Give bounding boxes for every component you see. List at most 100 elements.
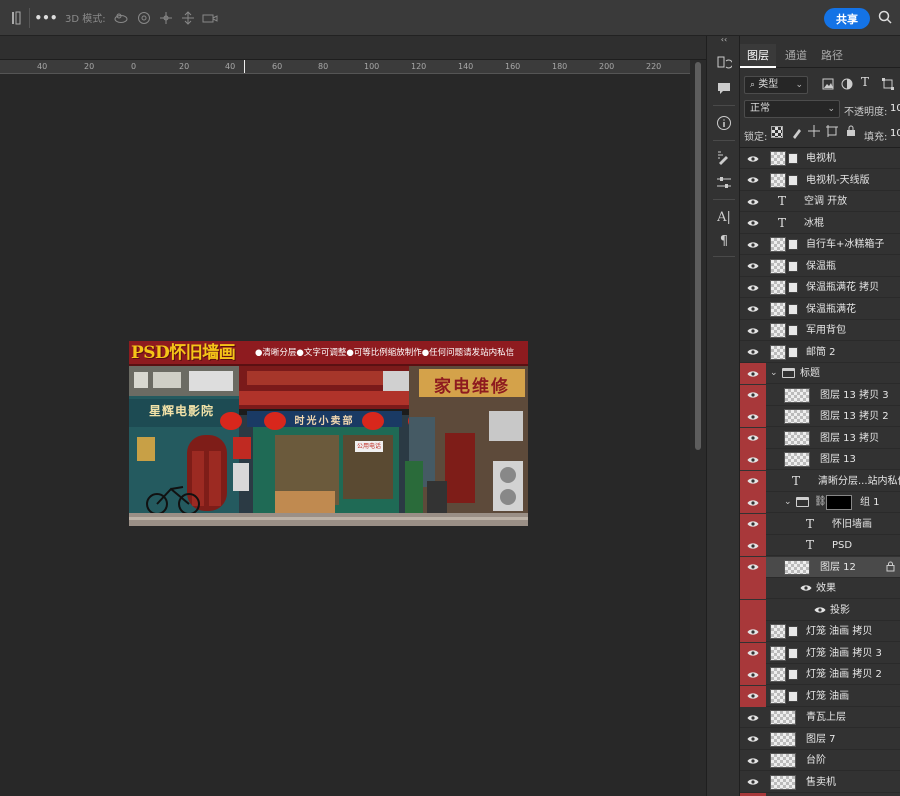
layer-row[interactable]: 保温瓶满花 [740, 298, 900, 320]
brush-settings-icon[interactable] [707, 147, 741, 169]
layer-thumbnail[interactable] [770, 774, 796, 790]
eye-icon[interactable] [740, 234, 766, 255]
layer-row[interactable]: 灯笼 油画 [740, 685, 900, 707]
layer-row[interactable]: 电视机-天线版 [740, 169, 900, 191]
effect-visibility-icon[interactable] [814, 604, 826, 617]
layer-thumbnail[interactable] [784, 430, 810, 446]
layer-filter-dropdown[interactable]: ⌕ 类型 ⌄ [744, 76, 808, 94]
layer-thumbnail[interactable] [770, 667, 786, 682]
eye-icon[interactable] [740, 449, 766, 470]
eye-icon[interactable] [740, 191, 766, 212]
layer-thumbnail[interactable] [770, 688, 786, 704]
lock-artboard-icon[interactable] [826, 125, 838, 140]
layer-row[interactable]: 投影 [740, 599, 900, 621]
eye-icon[interactable] [740, 707, 766, 728]
eye-icon[interactable] [740, 664, 766, 685]
search-icon[interactable] [878, 10, 892, 27]
layer-row[interactable]: T 怀旧墙画 [740, 513, 900, 535]
history-icon[interactable] [707, 52, 741, 74]
eye-icon[interactable] [740, 363, 766, 384]
lock-brush-icon[interactable] [791, 125, 803, 142]
link-icon[interactable]: ⛓ [814, 496, 827, 507]
eye-icon[interactable] [740, 535, 766, 556]
share-button[interactable]: 共享 [824, 8, 870, 29]
layer-thumbnail[interactable] [770, 624, 786, 639]
3d-pan-icon[interactable] [158, 0, 174, 36]
layer-row[interactable]: 青瓦上层 [740, 707, 900, 728]
eye-icon[interactable] [740, 556, 766, 578]
layer-thumbnail[interactable] [770, 344, 786, 360]
layer-row[interactable]: T 清晰分层...站内私信 [740, 470, 900, 492]
blend-mode-dropdown[interactable]: 正常 ⌄ [744, 100, 840, 118]
layer-row[interactable]: 图层 13 拷贝 [740, 427, 900, 449]
collapse-panels-icon[interactable]: ‹‹ [707, 36, 741, 44]
lock-all-icon[interactable] [846, 125, 856, 140]
opacity-field[interactable]: 10 [890, 103, 900, 114]
layer-thumbnail[interactable] [770, 172, 786, 188]
layer-thumbnail[interactable] [784, 559, 810, 575]
eye-icon[interactable] [740, 342, 766, 363]
layer-row[interactable]: 图层 7 [740, 728, 900, 750]
layer-row[interactable]: T PSD [740, 535, 900, 556]
eye-icon[interactable] [740, 277, 766, 298]
more-options-icon[interactable]: ••• [35, 0, 58, 36]
toolbar-collapse-icon[interactable] [9, 0, 23, 36]
tab-layers[interactable]: 图层 [740, 44, 776, 68]
layer-thumbnail[interactable] [770, 731, 796, 747]
layer-row[interactable]: T 冰棍 [740, 212, 900, 234]
layer-row[interactable]: ⌄ ⛓ 组 1 [740, 492, 900, 513]
eye-icon[interactable] [740, 621, 766, 642]
layer-row[interactable]: 效果 [740, 578, 900, 599]
canvas-vertical-scrollbar[interactable] [690, 60, 706, 796]
layer-thumbnail[interactable] [784, 409, 810, 424]
layer-thumbnail[interactable] [770, 258, 786, 274]
eye-icon[interactable] [740, 299, 766, 320]
filter-shape-icon[interactable] [882, 78, 894, 93]
eye-icon[interactable] [740, 384, 766, 406]
layer-row[interactable]: 保温瓶 [740, 255, 900, 277]
layer-row[interactable]: 保温瓶满花 拷贝 [740, 277, 900, 298]
lock-move-icon[interactable] [808, 125, 820, 140]
layer-row[interactable]: T 空调 开放 [740, 191, 900, 212]
layer-row[interactable]: 台阶 [740, 750, 900, 771]
eye-icon[interactable] [740, 772, 766, 793]
eye-icon[interactable] [740, 256, 766, 277]
layer-list[interactable]: 电视机 电视机-天线版 T 空调 开放 T 冰棍 自行车+冰糕箱子 保温瓶 保温瓶满花 拷贝 保温… [740, 147, 900, 796]
effect-visibility-icon[interactable] [800, 582, 812, 595]
layer-row[interactable]: 图层 13 拷贝 3 [740, 384, 900, 406]
eye-icon[interactable] [740, 320, 766, 341]
filter-adjustment-icon[interactable] [841, 78, 853, 93]
eye-icon[interactable] [740, 578, 766, 599]
layer-thumbnail[interactable] [784, 452, 810, 467]
adjustments-icon[interactable] [707, 172, 741, 194]
comments-icon[interactable] [707, 77, 741, 99]
layer-row[interactable]: 图层 13 拷贝 2 [740, 406, 900, 427]
layer-thumbnail[interactable] [770, 323, 786, 338]
eye-icon[interactable] [740, 599, 766, 621]
eye-icon[interactable] [740, 470, 766, 492]
layer-thumbnail[interactable] [770, 280, 786, 295]
3d-orbit-icon[interactable] [113, 0, 129, 36]
eye-icon[interactable] [740, 729, 766, 750]
layer-row[interactable]: 军用背包 [740, 320, 900, 341]
layer-row[interactable]: 邮筒 2 [740, 341, 900, 363]
3d-camera-icon[interactable] [202, 0, 218, 36]
eye-icon[interactable] [740, 406, 766, 427]
eye-icon[interactable] [740, 685, 766, 707]
3d-slide-icon[interactable] [180, 0, 196, 36]
eye-icon[interactable] [740, 427, 766, 449]
eye-icon[interactable] [740, 170, 766, 191]
layer-row[interactable]: 图层 12 [740, 556, 900, 578]
eye-icon[interactable] [740, 213, 766, 234]
layer-row[interactable]: 售卖机 [740, 771, 900, 793]
scrollbar-thumb[interactable] [695, 62, 701, 450]
3d-roll-icon[interactable] [136, 0, 152, 36]
lock-transparent-icon[interactable] [771, 126, 783, 138]
layer-thumbnail[interactable] [770, 753, 796, 768]
character-icon[interactable]: A| [707, 206, 741, 228]
layer-thumbnail[interactable] [770, 710, 796, 725]
eye-icon[interactable] [740, 148, 766, 169]
filter-type-icon[interactable]: T [861, 75, 869, 89]
tab-channels[interactable]: 通道 [780, 44, 812, 68]
eye-icon[interactable] [740, 642, 766, 664]
